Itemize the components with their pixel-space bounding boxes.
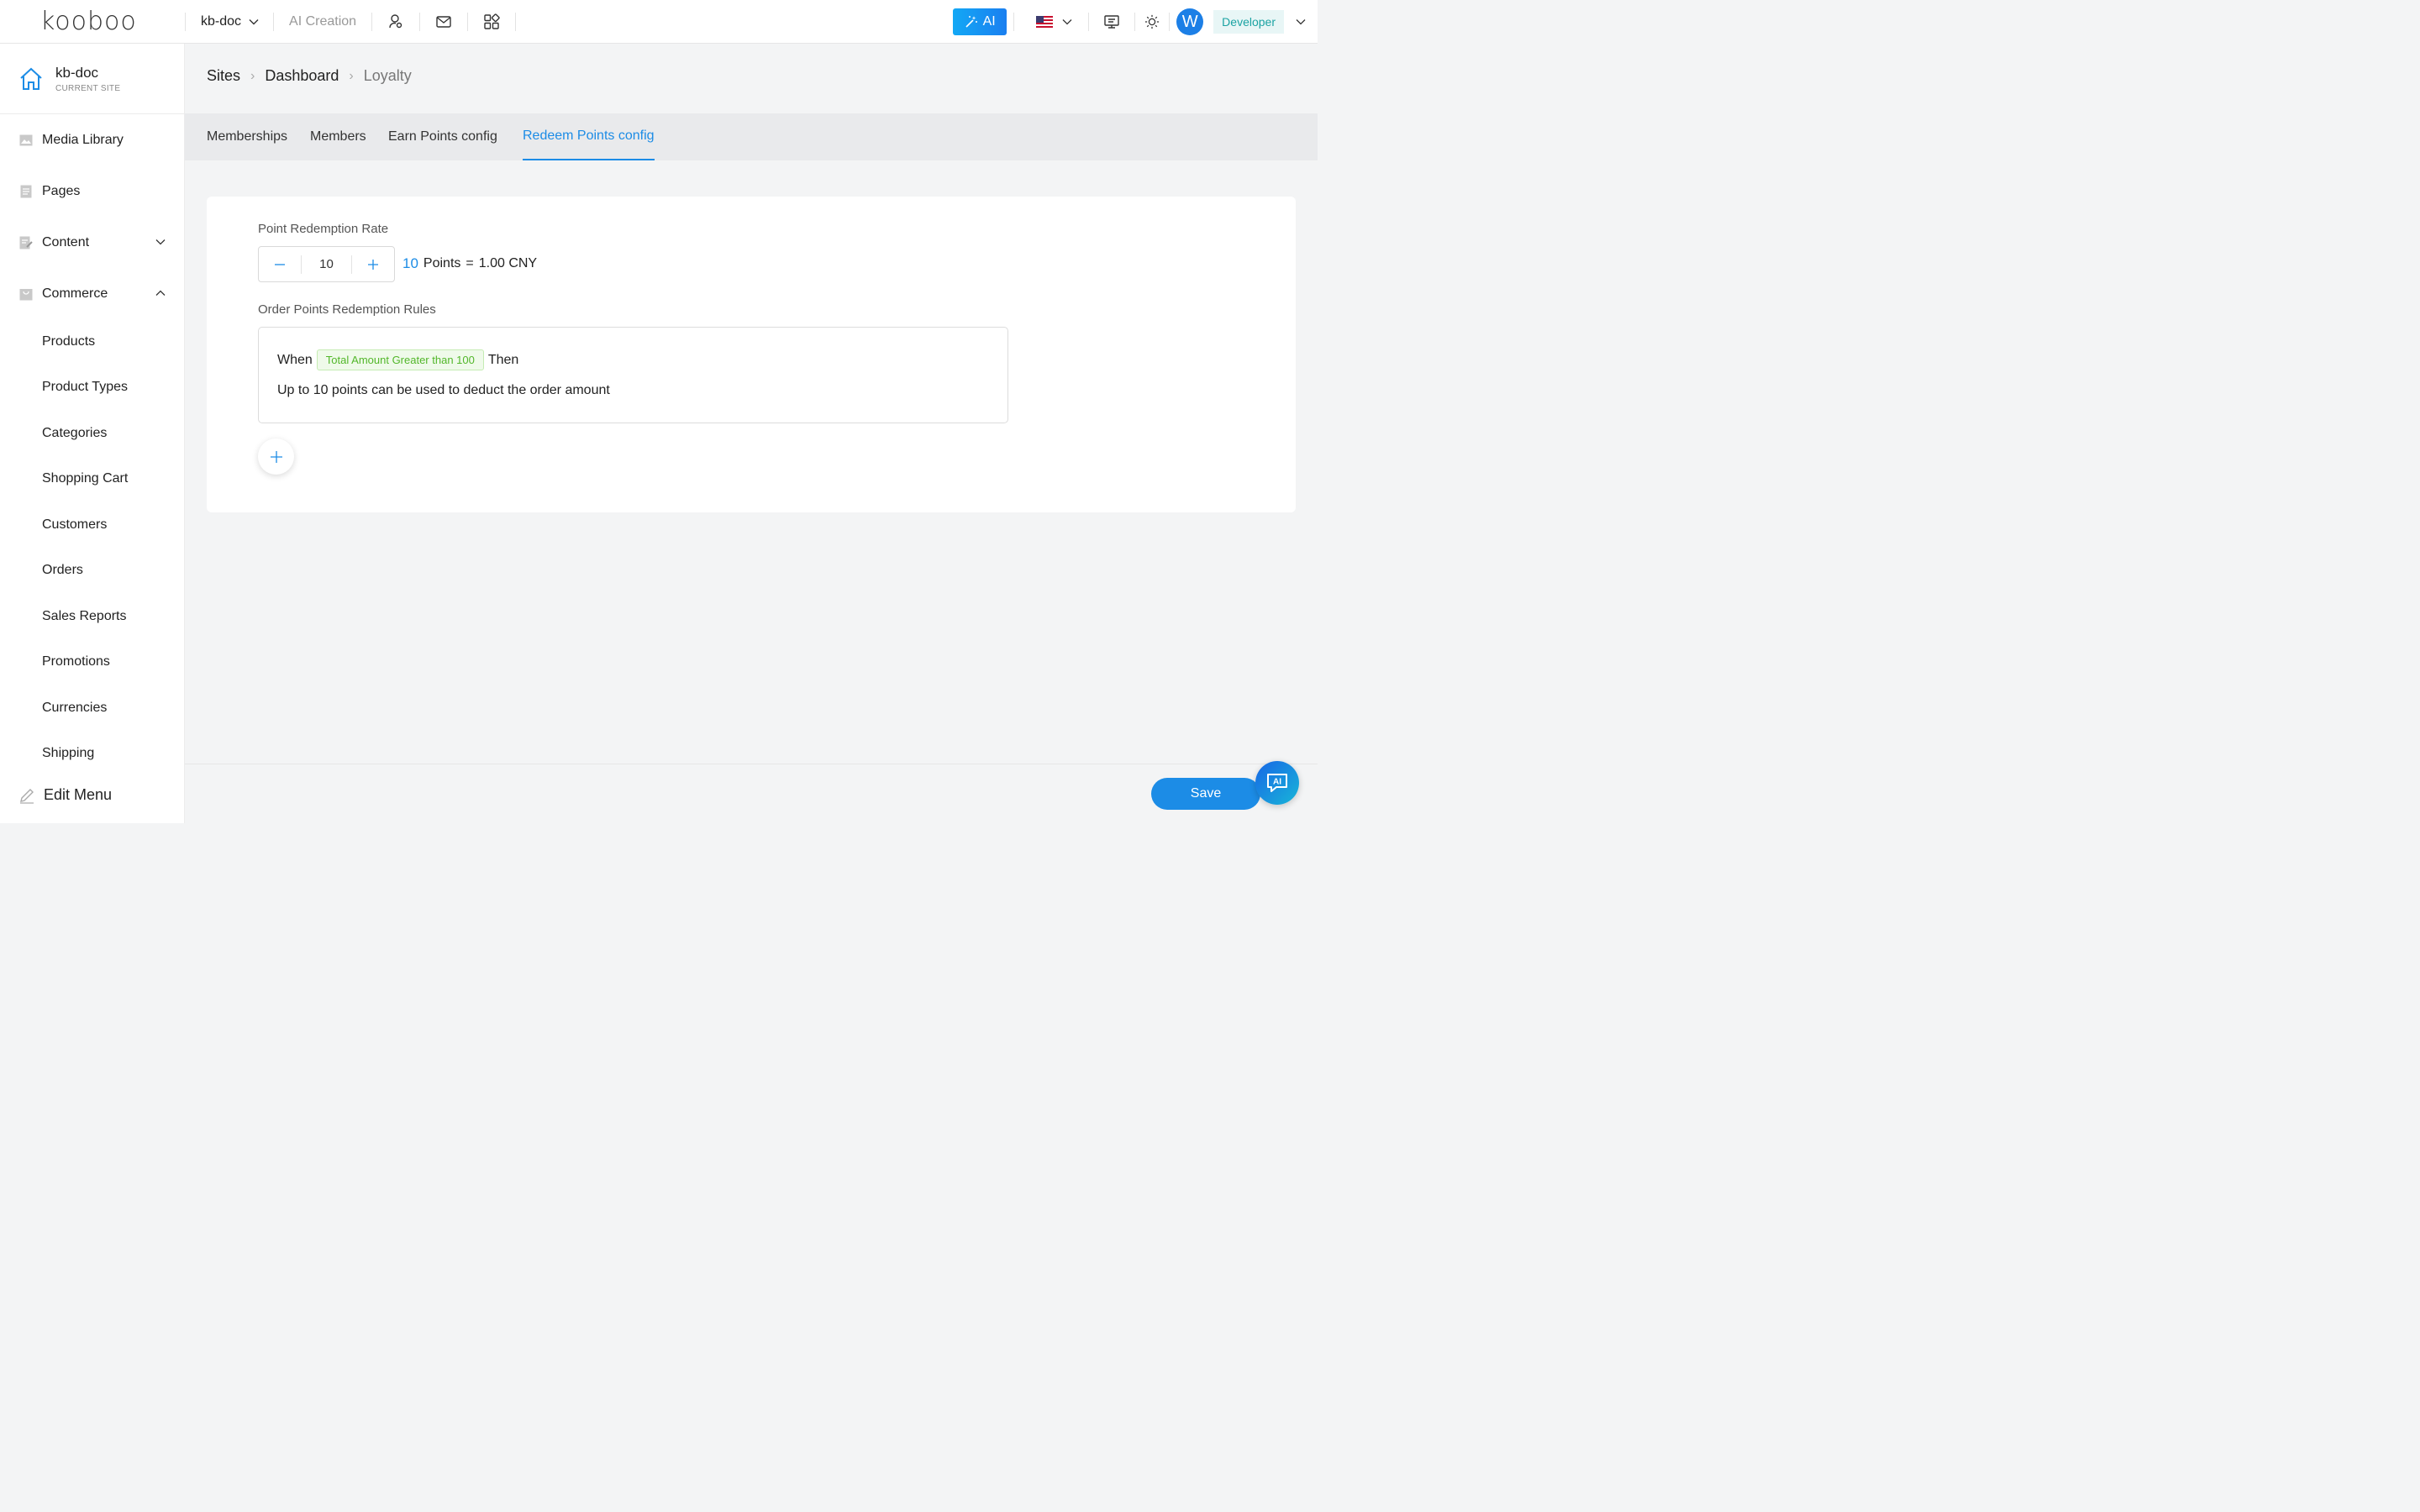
sidebar-item-shipping[interactable]: Shipping — [42, 741, 94, 766]
sidebar-item-orders[interactable]: Orders — [42, 558, 83, 583]
current-site[interactable]: kb-doc CURRENT SITE — [0, 44, 184, 114]
role-badge[interactable]: Developer — [1213, 10, 1284, 34]
sidebar-item-label: Content — [42, 235, 90, 249]
edit-menu-label: Edit Menu — [44, 786, 113, 803]
sidebar-item-label: Media Library — [42, 133, 124, 147]
ai-button[interactable]: AI — [953, 8, 1007, 35]
rule-then: Then — [487, 352, 519, 367]
theme-sun-icon[interactable] — [1135, 0, 1169, 44]
ai-button-label: AI — [982, 14, 996, 29]
sidebar-item-content[interactable]: Content — [0, 226, 185, 260]
apps-grid-icon[interactable] — [468, 0, 515, 44]
rate-summary: 10 Points = 1.00 CNY — [402, 255, 537, 272]
sidebar-item-label: Pages — [42, 184, 81, 198]
current-site-caption: CURRENT SITE — [55, 83, 121, 93]
breadcrumb-sites[interactable]: Sites — [207, 67, 240, 85]
divider — [515, 12, 517, 31]
rate-points-value: 10 — [402, 255, 418, 271]
save-button[interactable]: Save — [1151, 778, 1260, 810]
sidebar-item-label: Commerce — [42, 286, 108, 301]
edit-menu-button[interactable]: Edit Menu — [18, 786, 112, 804]
kooboo-logo[interactable]: kooboo — [0, 0, 185, 44]
magic-wand-icon — [965, 16, 977, 28]
us-flag-icon — [1036, 16, 1054, 28]
site-switcher[interactable]: kb-doc — [186, 0, 273, 44]
mail-icon[interactable] — [420, 0, 467, 44]
shopping-bag-icon — [18, 286, 34, 302]
sidebar-item-products[interactable]: Products — [42, 329, 95, 354]
sidebar-item-sales-reports[interactable]: Sales Reports — [42, 604, 127, 629]
rate-points-unit: Points — [423, 256, 461, 270]
pencil-icon — [20, 788, 34, 804]
add-rule-button[interactable] — [258, 438, 294, 475]
minus-icon — [275, 263, 285, 265]
rule-action-text: Up to 10 points can be used to deduct th… — [277, 383, 610, 397]
sidebar-item-shopping-cart[interactable]: Shopping Cart — [42, 466, 128, 491]
sidebar-item-promotions[interactable]: Promotions — [42, 649, 110, 675]
chevron-right-icon: › — [250, 68, 255, 83]
current-site-name: kb-doc — [55, 64, 99, 81]
rate-label: Point Redemption Rate — [258, 222, 389, 236]
edit-document-icon — [18, 235, 34, 250]
chevron-down-icon — [155, 239, 166, 245]
page-icon — [18, 184, 34, 199]
ai-creation-link[interactable]: AI Creation — [274, 14, 371, 29]
rate-equals: = — [466, 256, 474, 270]
tabs-bar: Memberships Members Earn Points config R… — [185, 113, 1318, 160]
home-icon — [20, 67, 42, 90]
sidebar-item-commerce[interactable]: Commerce — [0, 277, 185, 311]
plus-icon — [270, 450, 282, 463]
breadcrumb: Sites › Dashboard › Loyalty — [207, 67, 412, 85]
decrement-button[interactable] — [259, 247, 301, 281]
chevron-up-icon — [155, 290, 166, 296]
sidebar-item-pages[interactable]: Pages — [0, 175, 185, 208]
divider — [1169, 13, 1171, 31]
tab-redeem-points-config[interactable]: Redeem Points config — [523, 113, 655, 160]
rules-label: Order Points Redemption Rules — [258, 302, 436, 317]
sidebar-item-media-library[interactable]: Media Library — [0, 123, 185, 157]
user-settings-icon[interactable] — [372, 0, 419, 44]
sidebar-item-categories[interactable]: Categories — [42, 421, 107, 446]
breadcrumb-loyalty: Loyalty — [363, 67, 412, 84]
sidebar-item-currencies[interactable]: Currencies — [42, 696, 107, 721]
chevron-right-icon: › — [349, 68, 354, 83]
top-bar: kooboo kb-doc AI Creation AI W Developer — [0, 0, 1318, 44]
site-switcher-label: kb-doc — [201, 13, 242, 29]
chevron-down-icon — [1062, 19, 1072, 25]
breadcrumb-dashboard[interactable]: Dashboard — [265, 67, 339, 85]
top-bar-right: AI W Developer — [953, 0, 1318, 44]
ai-float-label: AI — [1273, 778, 1281, 787]
rate-stepper: 10 — [258, 246, 395, 282]
rule-condition-tag: Total Amount Greater than 100 — [316, 349, 484, 370]
language-selector[interactable] — [1014, 0, 1088, 44]
chevron-down-icon[interactable] — [1284, 0, 1318, 44]
rule-condition-line: When Total Amount Greater than 100 Then — [277, 349, 518, 370]
sidebar-item-product-types[interactable]: Product Types — [42, 375, 128, 400]
tab-members[interactable]: Members — [310, 113, 366, 160]
rate-stepper-input[interactable]: 10 — [301, 255, 352, 274]
image-icon — [18, 133, 34, 148]
rate-amount: 1.00 CNY — [478, 256, 538, 270]
user-avatar[interactable]: W — [1176, 8, 1204, 35]
redeem-config-card: Point Redemption Rate 10 10 Points = 1.0… — [207, 197, 1296, 512]
rule-when: When — [277, 352, 313, 367]
tab-earn-points-config[interactable]: Earn Points config — [388, 113, 497, 160]
sidebar: kb-doc CURRENT SITE Media Library Pages … — [0, 44, 185, 823]
increment-button[interactable] — [352, 247, 394, 281]
sidebar-item-customers[interactable]: Customers — [42, 512, 107, 538]
plus-icon — [368, 259, 378, 270]
ai-assistant-button[interactable]: AI — [1255, 761, 1299, 805]
chevron-down-icon — [249, 18, 259, 24]
tab-memberships[interactable]: Memberships — [207, 113, 287, 160]
monitor-icon[interactable] — [1089, 0, 1134, 44]
redemption-rule-card[interactable]: When Total Amount Greater than 100 Then … — [258, 327, 1008, 423]
ai-chat-icon: AI — [1267, 774, 1287, 792]
